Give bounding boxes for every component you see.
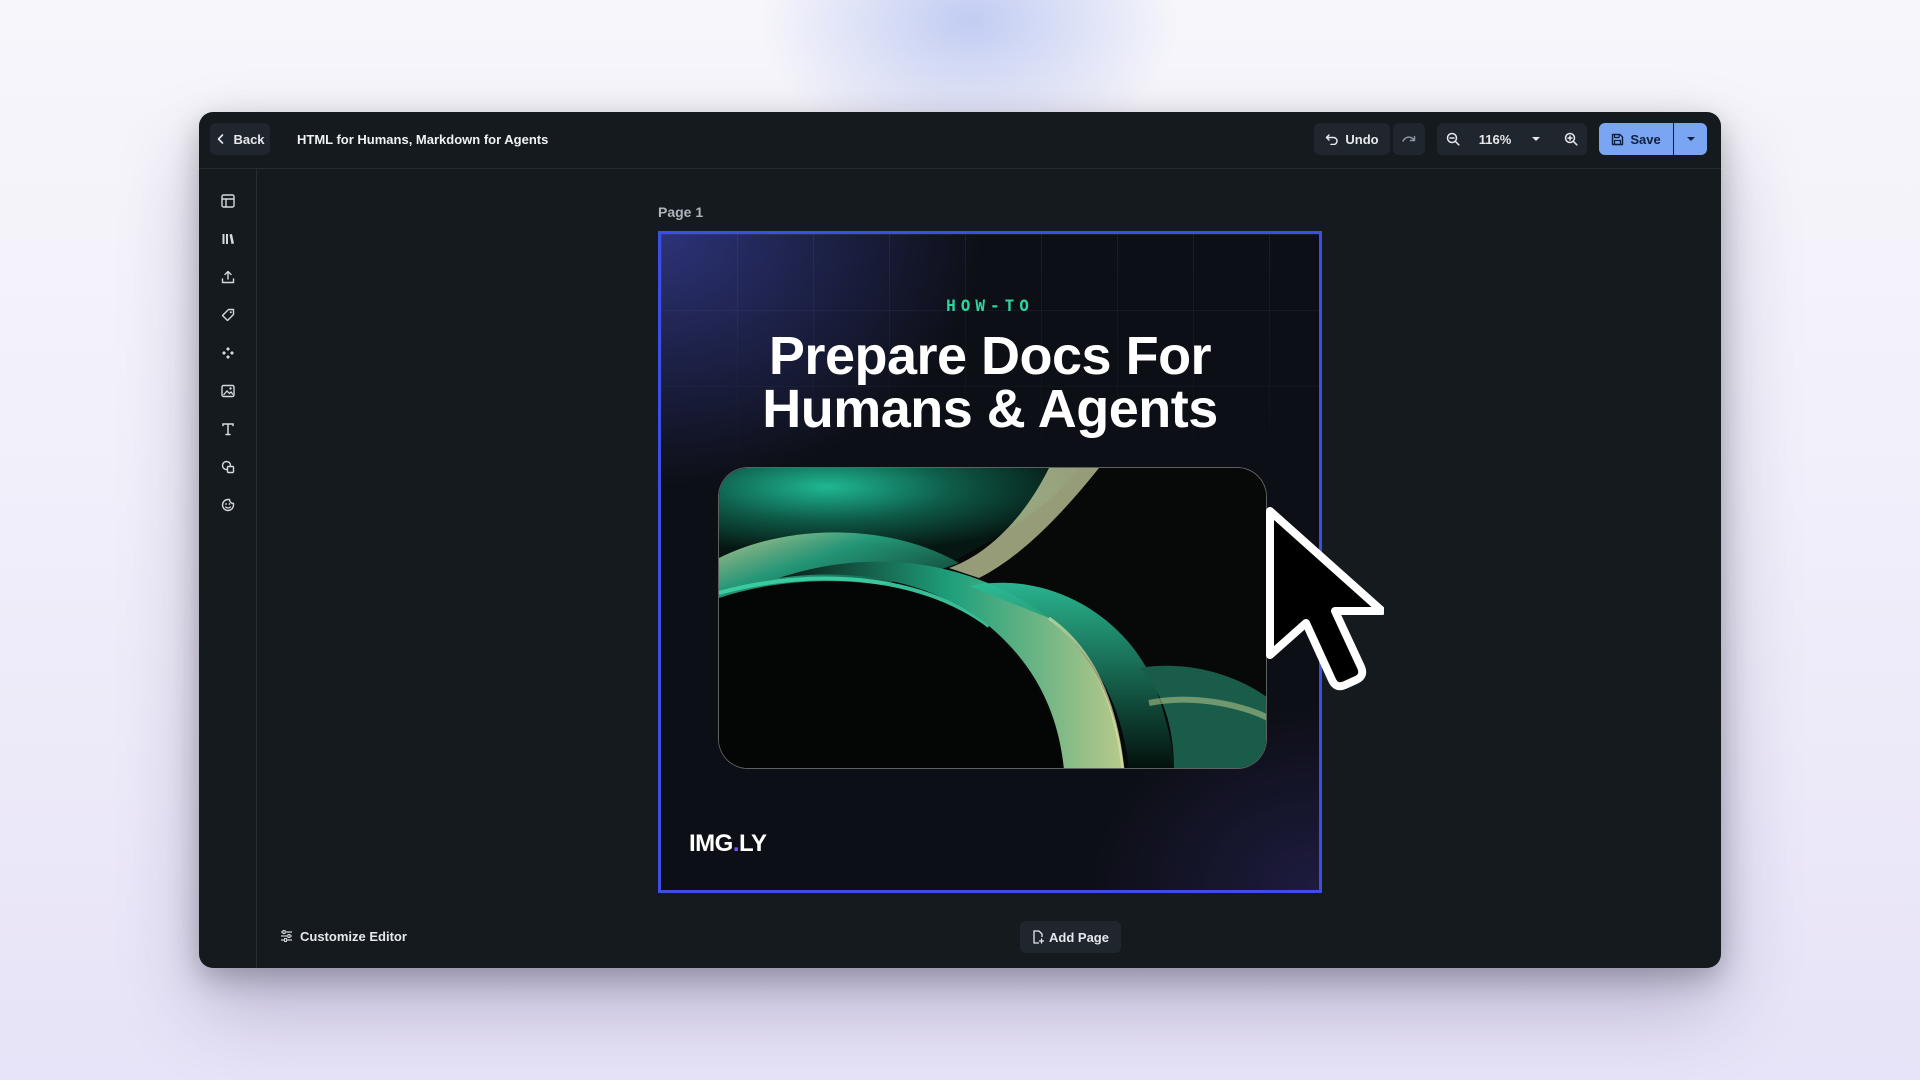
editor-window: Back HTML for Humans, Markdown for Agent… bbox=[199, 112, 1721, 968]
sidebar-item-library[interactable] bbox=[218, 229, 238, 249]
headline-line-2: Humans & Agents bbox=[762, 379, 1218, 439]
save-button[interactable]: Save bbox=[1599, 123, 1673, 155]
sidebar-item-layout[interactable] bbox=[218, 191, 238, 211]
eyebrow-text[interactable]: HOW-TO bbox=[661, 296, 1319, 315]
sidebar-item-tags[interactable] bbox=[218, 305, 238, 325]
components-icon bbox=[222, 347, 234, 359]
undo-button[interactable]: Undo bbox=[1314, 123, 1390, 155]
sidebar-item-text[interactable] bbox=[218, 419, 238, 439]
headline-line-1: Prepare Docs For bbox=[768, 326, 1212, 386]
caret-down-icon bbox=[1686, 137, 1695, 141]
logo-text-img: IMG bbox=[689, 830, 733, 857]
sidebar-item-upload[interactable] bbox=[218, 267, 238, 287]
undo-label: Undo bbox=[1345, 131, 1379, 147]
abstract-green-shapes-image bbox=[719, 468, 1266, 768]
sliders-icon bbox=[281, 930, 292, 942]
sidebar-item-components[interactable] bbox=[218, 343, 238, 363]
hero-image[interactable] bbox=[718, 467, 1267, 769]
add-page-icon bbox=[1033, 930, 1045, 944]
sidebar-item-shapes[interactable] bbox=[218, 457, 238, 477]
shapes-icon bbox=[221, 460, 235, 474]
zoom-in-button[interactable] bbox=[1555, 123, 1587, 155]
save-options-button[interactable] bbox=[1674, 123, 1707, 155]
add-page-label: Add Page bbox=[1049, 929, 1109, 945]
redo-icon bbox=[1402, 135, 1416, 142]
text-icon bbox=[222, 423, 234, 436]
layout-icon bbox=[221, 194, 235, 208]
zoom-level[interactable]: 116% bbox=[1471, 123, 1519, 155]
top-bar: Back HTML for Humans, Markdown for Agent… bbox=[199, 112, 1721, 169]
sidebar bbox=[199, 169, 257, 968]
design-page[interactable]: HOW-TO Prepare Docs For Humans & Agents bbox=[658, 231, 1322, 893]
tag-icon bbox=[221, 308, 235, 322]
chevron-left-icon bbox=[218, 134, 224, 144]
caret-down-icon bbox=[1532, 137, 1540, 141]
redo-button[interactable] bbox=[1393, 123, 1425, 155]
headline-text[interactable]: Prepare Docs For Humans & Agents bbox=[661, 326, 1319, 439]
save-label: Save bbox=[1630, 131, 1661, 147]
brand-logo[interactable]: IMG.LY bbox=[689, 830, 767, 858]
zoom-out-icon bbox=[1446, 132, 1460, 146]
page-label: Page 1 bbox=[658, 204, 704, 220]
floppy-disk-icon bbox=[1612, 133, 1624, 145]
undo-icon bbox=[1326, 134, 1339, 145]
customize-editor-label: Customize Editor bbox=[300, 928, 407, 944]
add-page-button[interactable]: Add Page bbox=[1020, 921, 1121, 953]
logo-text-ly: LY bbox=[739, 830, 767, 857]
customize-editor-button[interactable]: Customize Editor bbox=[280, 927, 407, 945]
cursor-arrow-icon[interactable] bbox=[1264, 505, 1384, 695]
back-button[interactable]: Back bbox=[210, 123, 270, 155]
upload-icon bbox=[221, 270, 235, 284]
zoom-out-button[interactable] bbox=[1437, 123, 1469, 155]
zoom-control: 116% bbox=[1437, 123, 1587, 155]
zoom-dropdown[interactable] bbox=[1521, 123, 1551, 155]
sidebar-item-images[interactable] bbox=[218, 381, 238, 401]
sticker-icon bbox=[221, 498, 235, 512]
zoom-in-icon bbox=[1564, 132, 1578, 146]
document-title[interactable]: HTML for Humans, Markdown for Agents bbox=[297, 112, 548, 168]
sidebar-item-stickers[interactable] bbox=[218, 495, 238, 515]
library-icon bbox=[222, 234, 234, 244]
back-label: Back bbox=[233, 131, 265, 147]
image-icon bbox=[221, 384, 235, 398]
